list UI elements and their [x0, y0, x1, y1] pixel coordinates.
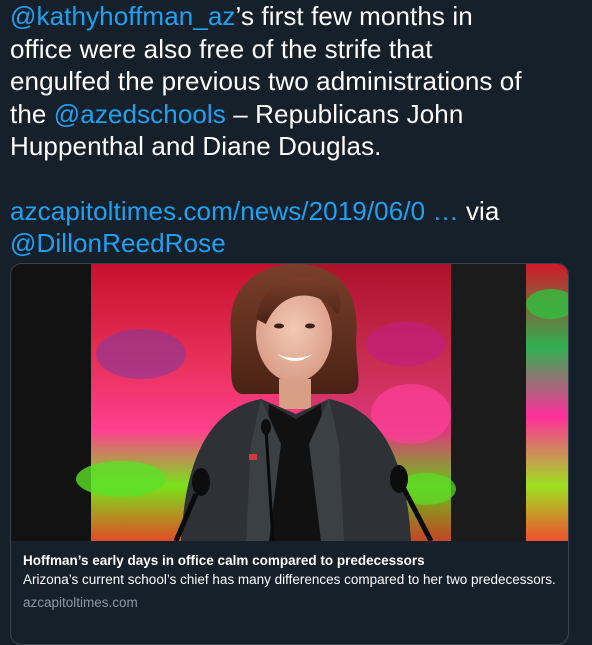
speaker-photo — [11, 264, 568, 541]
tweet-line-4: the @azedschools – Republicans John — [10, 98, 585, 131]
tweet-link-line: azcapitoltimes.com/news/2019/06/0 … via — [10, 195, 585, 228]
tweet-via-line: @DillonReedRose — [10, 227, 585, 260]
tweet-line-text: the — [10, 98, 54, 129]
mention-kathyhoffman[interactable]: @kathyhoffman_az — [10, 1, 236, 31]
link-preview-card[interactable]: Hoffman’s early days in office calm comp… — [10, 263, 569, 645]
via-text: via — [458, 195, 500, 226]
article-link[interactable]: azcapitoltimes.com/news/2019/06/0 — [10, 196, 425, 226]
tweet-text: @kathyhoffman_az’s first few months in o… — [10, 0, 585, 260]
tweet-line-text: engulfed the previous two administration… — [10, 66, 522, 96]
tweet-line-text: – Republicans John — [225, 98, 464, 129]
tweet-line-text: ’s first few months in — [235, 1, 473, 31]
tweet-line-5: Huppenthal and Diane Douglas. — [10, 130, 585, 163]
card-info[interactable]: Hoffman’s early days in office calm comp… — [11, 541, 568, 612]
card-domain: azcapitoltimes.com — [23, 595, 138, 610]
link-ellipsis[interactable]: … — [425, 196, 459, 226]
mention-dillonreedrose[interactable]: @DillonReedRose — [10, 228, 226, 258]
card-description: Arizona’s current school’s chief has man… — [23, 572, 556, 587]
card-image[interactable] — [11, 264, 568, 541]
tweet-line-1: @kathyhoffman_az’s first few months in — [10, 0, 585, 33]
tweet-line-text: office were also free of the strife that — [10, 33, 433, 64]
tweet-line-3: engulfed the previous two administration… — [10, 65, 585, 98]
tweet-line-2: office were also free of the strife that — [10, 33, 585, 66]
card-title[interactable]: Hoffman’s early days in office calm comp… — [23, 551, 556, 570]
mention-azedschools[interactable]: @azedschools — [54, 99, 226, 129]
tweet-line-text: Huppenthal and Diane Douglas. — [10, 131, 382, 161]
